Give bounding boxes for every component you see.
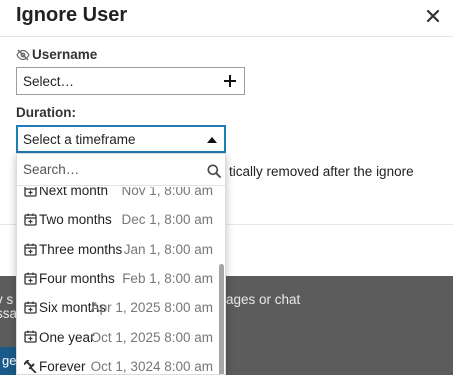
- option-date: Apr 1, 2025 8:00 am: [90, 300, 213, 316]
- background-text: ssa: [0, 306, 18, 321]
- option-three-months[interactable]: Three months Jan 1, 8:00 am: [17, 235, 217, 264]
- option-one-year[interactable]: One year Oct 1, 2025 8:00 am: [17, 322, 217, 351]
- option-two-months[interactable]: Two months Dec 1, 8:00 am: [17, 205, 217, 234]
- background-text: v s: [0, 292, 14, 307]
- option-next-month[interactable]: Next month Nov 1, 8:00 am: [17, 187, 217, 205]
- calendar-plus-icon: [24, 243, 37, 256]
- timeframe-dropdown: Next month Nov 1, 8:00 am Two months Dec…: [16, 153, 226, 375]
- close-icon: [426, 9, 440, 23]
- username-select[interactable]: Select…: [16, 67, 245, 95]
- duration-select[interactable]: Select a timeframe: [16, 125, 226, 153]
- header-divider: [0, 36, 453, 37]
- calendar-plus-icon: [24, 301, 37, 314]
- option-label: Two months: [39, 212, 112, 228]
- option-label: Four months: [39, 271, 115, 287]
- option-four-months[interactable]: Four months Feb 1, 8:00 am: [17, 264, 217, 293]
- option-date: Jan 1, 8:00 am: [123, 241, 213, 257]
- option-label: Forever: [39, 358, 86, 374]
- plus-icon: [224, 75, 236, 87]
- option-date: Oct 1, 3024 8:00 am: [90, 358, 213, 374]
- eye-slash-icon: [16, 49, 30, 60]
- background-text: ages or chat: [226, 292, 301, 307]
- option-six-months[interactable]: Six months Apr 1, 2025 8:00 am: [17, 293, 217, 322]
- dropdown-scrollbar-thumb[interactable]: [219, 264, 224, 374]
- option-label: One year: [39, 329, 95, 345]
- option-forever[interactable]: Forever Oct 1, 3024 8:00 am: [17, 352, 217, 374]
- calendar-plus-icon: [24, 272, 37, 285]
- username-label-text: Username: [32, 47, 98, 62]
- option-date: Feb 1, 8:00 am: [122, 271, 213, 287]
- option-date: Oct 1, 2025 8:00 am: [90, 329, 213, 345]
- calendar-plus-icon: [24, 187, 37, 197]
- username-label: Username: [16, 47, 97, 62]
- option-date: Nov 1, 8:00 am: [121, 187, 213, 199]
- modal-title: Ignore User: [16, 4, 128, 26]
- duration-select-value: Select a timeframe: [23, 131, 136, 147]
- dropdown-search-input[interactable]: [17, 154, 225, 186]
- calendar-plus-icon: [24, 330, 37, 344]
- option-label: Next month: [39, 187, 109, 199]
- option-date: Dec 1, 8:00 am: [121, 212, 213, 228]
- timeframe-options-list: Next month Nov 1, 8:00 am Two months Dec…: [17, 187, 217, 374]
- username-select-value: Select…: [23, 73, 75, 89]
- duration-label: Duration:: [16, 105, 76, 120]
- caret-up-icon: [207, 137, 217, 143]
- ignore-note-text: tically removed after the ignore: [229, 164, 414, 179]
- calendar-plus-icon: [24, 213, 37, 226]
- close-button[interactable]: [421, 5, 445, 27]
- search-icon: [207, 164, 221, 178]
- option-label: Three months: [39, 241, 123, 257]
- gavel-icon: [24, 359, 37, 373]
